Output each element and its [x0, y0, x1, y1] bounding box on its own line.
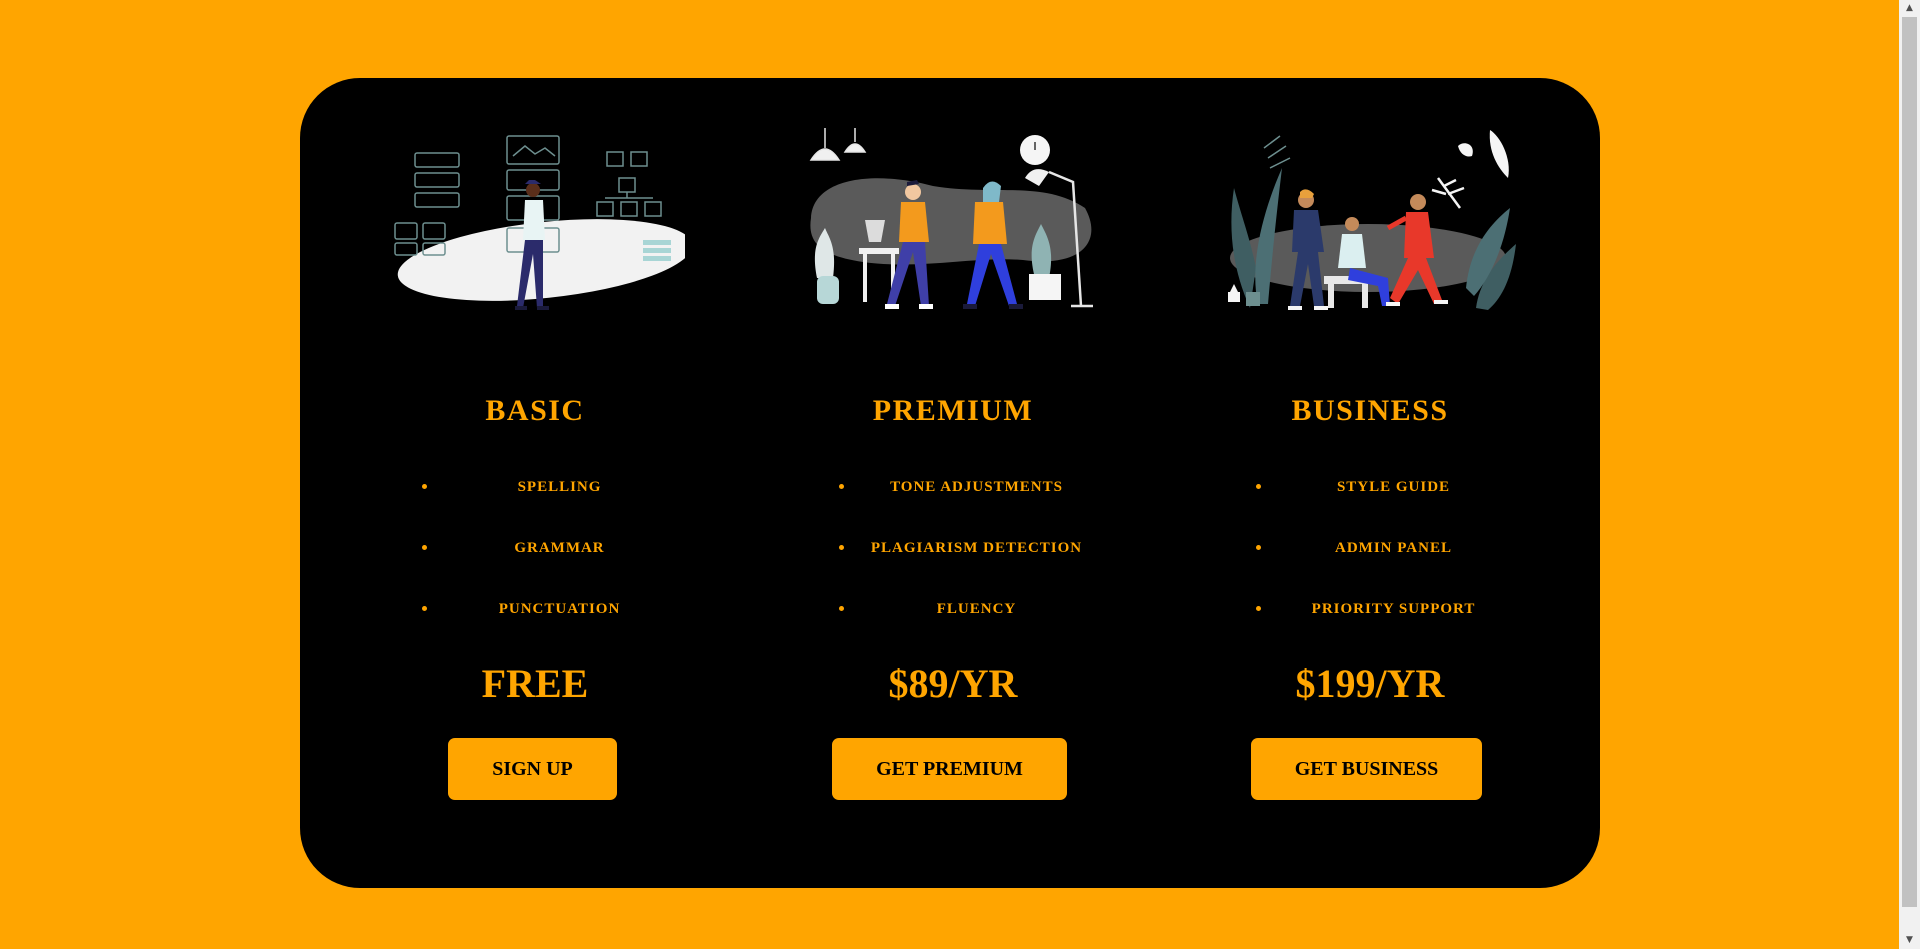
plan-price: $89/YR	[888, 661, 1018, 706]
scroll-down-icon[interactable]: ▼	[1899, 932, 1920, 949]
feature-item: PLAGIARISM DETECTION	[839, 541, 1119, 565]
bullet-icon	[839, 606, 844, 611]
feature-item: ADMIN PANEL	[1256, 541, 1536, 565]
plan-title: PREMIUM	[872, 394, 1034, 427]
bullet-icon	[422, 606, 427, 611]
bullet-icon	[1256, 606, 1261, 611]
feature-item: SPELLING	[422, 480, 702, 504]
team-meeting-illustration	[1228, 130, 1516, 310]
bullet-icon	[839, 484, 844, 489]
bullet-icon	[839, 545, 844, 550]
feature-item: TONE ADJUSTMENTS	[839, 480, 1119, 504]
get-business-button[interactable]: GET BUSINESS	[1251, 738, 1482, 800]
feature-label: FLUENCY	[936, 601, 1017, 617]
person-at-board-illustration	[394, 135, 685, 310]
feature-item: PRIORITY SUPPORT	[1256, 602, 1536, 626]
feature-label: PUNCTUATION	[498, 601, 621, 617]
feature-label: ADMIN PANEL	[1335, 540, 1452, 556]
bullet-icon	[422, 545, 427, 550]
bullet-icon	[1256, 545, 1261, 550]
feature-item: STYLE GUIDE	[1256, 480, 1536, 504]
sign-up-button[interactable]: SIGN UP	[448, 738, 617, 800]
feature-label: PLAGIARISM DETECTION	[870, 540, 1083, 556]
feature-label: GRAMMAR	[514, 540, 605, 556]
scrollbar-thumb[interactable]	[1902, 17, 1917, 907]
feature-item: PUNCTUATION	[422, 602, 702, 626]
plan-title: BASIC	[485, 394, 585, 427]
plan-price: FREE	[481, 661, 589, 706]
bullet-icon	[1256, 484, 1261, 489]
feature-label: TONE ADJUSTMENTS	[890, 479, 1063, 495]
vertical-scrollbar[interactable]: ▲ ▼	[1899, 0, 1920, 949]
feature-item: FLUENCY	[839, 602, 1119, 626]
feature-item: GRAMMAR	[422, 541, 702, 565]
plan-title: BUSINESS	[1291, 394, 1449, 427]
feature-label: SPELLING	[517, 479, 602, 495]
page: BASIC SPELLING GRAMMAR PUNCTUATION FREE …	[0, 0, 1920, 949]
get-premium-button[interactable]: GET PREMIUM	[832, 738, 1067, 800]
plan-price: $199/YR	[1295, 661, 1445, 706]
feature-label: STYLE GUIDE	[1336, 479, 1451, 495]
pricing-card: BASIC SPELLING GRAMMAR PUNCTUATION FREE …	[300, 78, 1600, 888]
two-people-walking-illustration	[809, 128, 1093, 309]
feature-label: PRIORITY SUPPORT	[1311, 601, 1476, 617]
scroll-up-icon[interactable]: ▲	[1899, 0, 1920, 17]
bullet-icon	[422, 484, 427, 489]
